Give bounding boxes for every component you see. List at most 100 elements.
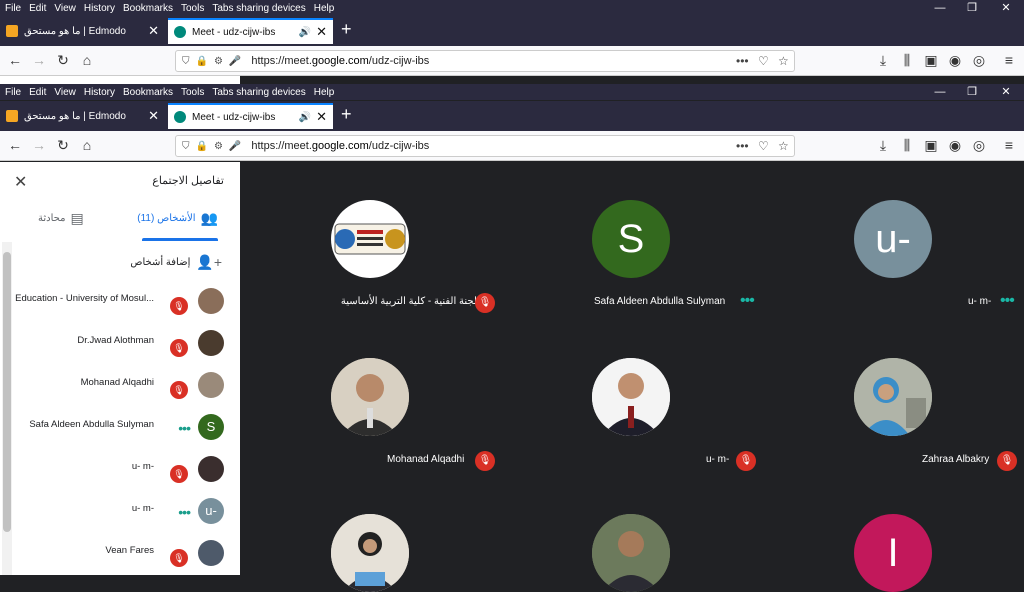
menu-tools[interactable]: Tools: [178, 3, 207, 14]
participant-tile[interactable]: Zahraa Albakry 🎙: [768, 320, 1018, 471]
pocket-icon[interactable]: ♡: [758, 139, 769, 153]
menu-history[interactable]: History: [81, 87, 118, 98]
url-bar[interactable]: ⛉ 🔒 ⚙ 🎤 https://meet.google.com/udz-cijw…: [175, 50, 795, 72]
library-icon[interactable]: ⫼: [898, 52, 916, 69]
menu-help[interactable]: Help: [311, 3, 338, 14]
participant-tile[interactable]: Mohanad Alqadhi 🎙: [245, 320, 495, 471]
download-icon[interactable]: ⤓: [874, 52, 892, 69]
close-window-button[interactable]: ✕: [996, 0, 1016, 16]
participant-tile[interactable]: اللجنة الفنية - كلية التربية الأساسية 🎙: [245, 162, 495, 313]
account-icon[interactable]: ◉: [946, 137, 964, 154]
menu-file[interactable]: File: [2, 3, 24, 14]
participant-row[interactable]: Safa Aldeen Abdulla Sulyman ••• S: [14, 410, 224, 444]
close-panel-icon[interactable]: ✕: [14, 172, 27, 192]
participant-row[interactable]: u- m- ••• u-: [14, 494, 224, 528]
library-icon[interactable]: ⫼: [898, 137, 916, 154]
menu-view[interactable]: View: [51, 3, 79, 14]
edmodo-favicon-icon: [6, 110, 18, 122]
extension-icon[interactable]: ◎: [970, 52, 988, 69]
extension-icon[interactable]: ◎: [970, 137, 988, 154]
close-tab-icon[interactable]: ✕: [316, 109, 327, 125]
participant-name: u- m-: [131, 503, 154, 514]
close-tab-icon[interactable]: ✕: [148, 23, 159, 39]
new-tab-button[interactable]: +: [341, 19, 352, 40]
download-icon[interactable]: ⤓: [874, 137, 892, 154]
menu-help[interactable]: Help: [311, 87, 338, 98]
participant-tile[interactable]: [506, 476, 756, 592]
menu-view[interactable]: View: [51, 87, 79, 98]
page-actions-icon[interactable]: •••: [736, 54, 749, 68]
permissions-icon[interactable]: ⚙: [214, 141, 223, 152]
minimize-button[interactable]: —: [930, 0, 950, 16]
menu-bookmarks[interactable]: Bookmarks: [120, 87, 176, 98]
tab-edmodo[interactable]: ما هو مستحق | Edmodo ✕: [0, 18, 165, 44]
reload-icon[interactable]: ↻: [54, 52, 72, 69]
content-strip: [0, 76, 240, 84]
add-person-icon: 👤+: [196, 254, 222, 270]
menu-edit[interactable]: Edit: [26, 87, 49, 98]
home-icon[interactable]: ⌂: [78, 52, 96, 68]
participant-name: Safa Aldeen Abdulla Sulyman: [594, 296, 726, 307]
menu-tools[interactable]: Tools: [178, 87, 207, 98]
back-icon[interactable]: ←: [6, 52, 24, 68]
speaker-icon[interactable]: 🔊: [299, 27, 311, 38]
permissions-icon[interactable]: ⚙: [214, 56, 223, 67]
participant-tile[interactable]: u- m- 🎙: [506, 320, 756, 471]
menu-tabs-sharing[interactable]: Tabs sharing devices: [209, 87, 308, 98]
restore-button[interactable]: ❐: [962, 0, 982, 16]
page-actions-icon[interactable]: •••: [736, 139, 749, 153]
participant-tile[interactable]: [245, 476, 495, 592]
sidebar-icon[interactable]: ▣: [922, 137, 940, 154]
mic-icon[interactable]: 🎤: [229, 56, 241, 67]
close-tab-icon[interactable]: ✕: [148, 108, 159, 124]
participant-row[interactable]: Education - University of Mosul... 🎙: [14, 284, 224, 318]
restore-button[interactable]: ❐: [962, 84, 982, 100]
participant-row[interactable]: Mohanad Alqadhi 🎙: [14, 368, 224, 402]
avatar: [331, 200, 409, 278]
speaker-icon[interactable]: 🔊: [299, 112, 311, 123]
menu-file[interactable]: File: [2, 87, 24, 98]
app-menu-icon[interactable]: ≡: [1000, 52, 1018, 68]
participant-tile[interactable]: I: [768, 476, 1018, 592]
tab-meet[interactable]: Meet - udz-cijw-ibs 🔊 ✕: [168, 18, 333, 44]
participant-row[interactable]: Dr.Jwad Alothman 🎙: [14, 326, 224, 360]
bookmark-star-icon[interactable]: ☆: [778, 54, 789, 68]
mic-icon[interactable]: 🎤: [229, 141, 241, 152]
mic-muted-icon: 🎙: [997, 451, 1017, 471]
tab-chat[interactable]: محادثة ▤: [38, 210, 84, 227]
forward-icon[interactable]: →: [30, 52, 48, 68]
panel-title: تفاصيل الاجتماع: [152, 175, 224, 187]
bookmark-star-icon[interactable]: ☆: [778, 139, 789, 153]
close-tab-icon[interactable]: ✕: [316, 24, 327, 40]
participant-row[interactable]: Vean Fares 🎙: [14, 536, 224, 570]
tab-edmodo[interactable]: ما هو مستحق | Edmodo ✕: [0, 103, 165, 129]
scrollbar-thumb[interactable]: [3, 252, 11, 532]
sidebar-icon[interactable]: ▣: [922, 52, 940, 69]
speaking-indicator-icon: •••: [1000, 292, 1015, 309]
tab-meet[interactable]: Meet - udz-cijw-ibs 🔊 ✕: [168, 103, 333, 129]
forward-icon[interactable]: →: [30, 137, 48, 153]
participant-tile[interactable]: S Safa Aldeen Abdulla Sulyman •••: [506, 162, 756, 309]
minimize-button[interactable]: —: [930, 84, 950, 100]
add-people-button[interactable]: إضافة أشخاص 👤+: [130, 254, 222, 271]
account-icon[interactable]: ◉: [946, 52, 964, 69]
lock-icon: 🔒: [195, 140, 208, 152]
participant-name: u- m-: [131, 461, 154, 472]
edmodo-favicon-icon: [6, 25, 18, 37]
menu-history[interactable]: History: [81, 3, 118, 14]
menu-tabs-sharing[interactable]: Tabs sharing devices: [209, 3, 308, 14]
close-window-button[interactable]: ✕: [996, 84, 1016, 100]
pocket-icon[interactable]: ♡: [758, 54, 769, 68]
menu-edit[interactable]: Edit: [26, 3, 49, 14]
menu-bookmarks[interactable]: Bookmarks: [120, 3, 176, 14]
url-bar[interactable]: ⛉ 🔒 ⚙ 🎤 https://meet.google.com/udz-cijw…: [175, 135, 795, 157]
tab-people[interactable]: الأشخاص (11) 👥: [137, 210, 218, 227]
app-menu-icon[interactable]: ≡: [1000, 137, 1018, 153]
back-icon[interactable]: ←: [6, 137, 24, 153]
reload-icon[interactable]: ↻: [54, 137, 72, 154]
home-icon[interactable]: ⌂: [78, 137, 96, 153]
participant-row[interactable]: u- m- 🎙: [14, 452, 224, 486]
participant-tile[interactable]: u- u- m- •••: [768, 162, 1018, 309]
avatar: [592, 514, 670, 592]
new-tab-button[interactable]: +: [341, 104, 352, 125]
